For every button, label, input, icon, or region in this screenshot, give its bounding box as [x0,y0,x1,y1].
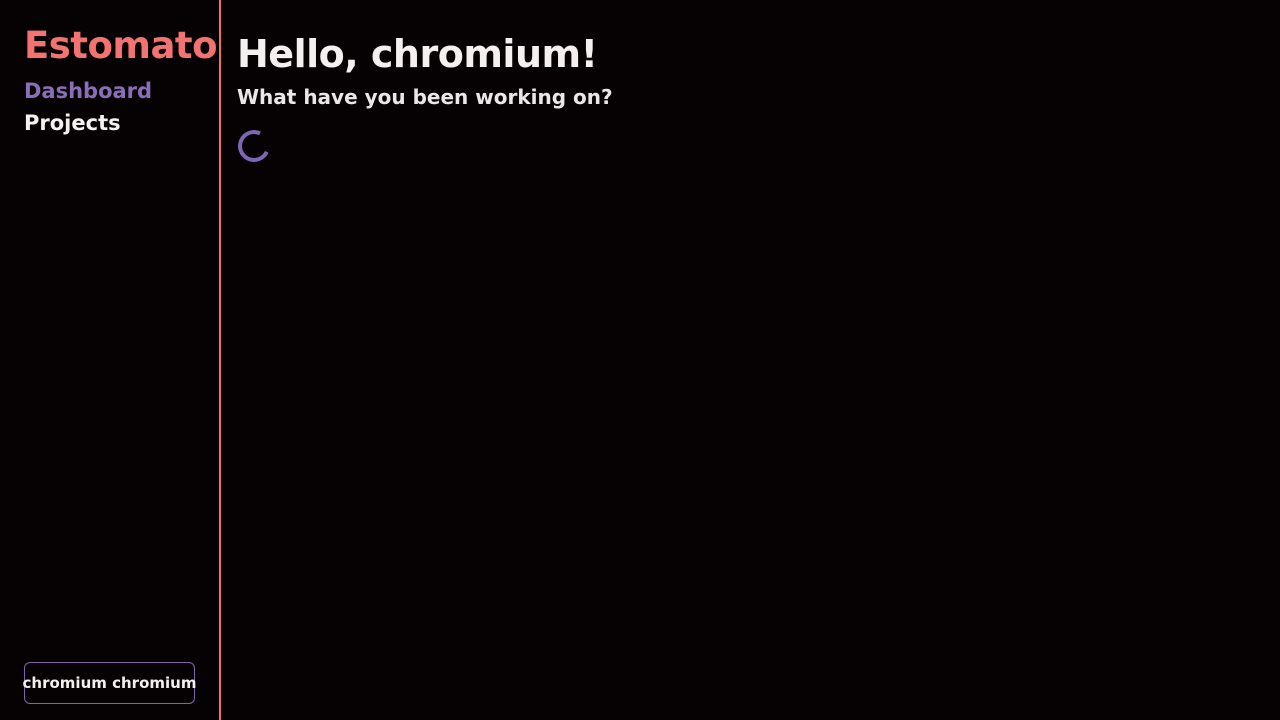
main-content: Hello, chromium! What have you been work… [221,0,1280,720]
page-title: Hello, chromium! [237,32,598,76]
sidebar-nav: Dashboard Projects [24,75,152,139]
app-shell: Estomato Dashboard Projects chromium chr… [0,0,1280,720]
sidebar: Estomato Dashboard Projects chromium chr… [0,0,221,720]
page-subtitle: What have you been working on? [237,85,613,109]
brand-logo[interactable]: Estomato [24,22,218,70]
sidebar-item-projects[interactable]: Projects [24,107,152,139]
sidebar-item-dashboard[interactable]: Dashboard [24,75,152,107]
loading-spinner-icon [233,125,275,167]
user-menu-button[interactable]: chromium chromium [23,662,196,704]
